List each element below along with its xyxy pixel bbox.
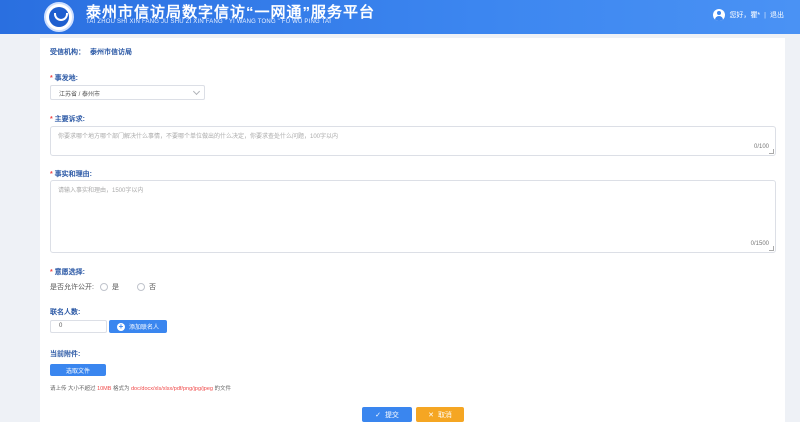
facts-placeholder: 请输入事实和理由，1500字以内 (58, 188, 144, 194)
cancel-label: 取消 (437, 411, 452, 419)
agency-label: 受信机构： (50, 49, 85, 56)
chevron-down-icon (192, 87, 201, 96)
note-size: 10MB (97, 386, 112, 392)
plus-circle-icon: + (116, 321, 125, 331)
check-icon: ✓ (375, 411, 381, 419)
location-select-value: 江苏省 / 泰州市 (59, 92, 101, 98)
facts-textarea[interactable]: 请输入事实和理由，1500字以内 0/1500 (50, 180, 776, 253)
main-request-placeholder: 你要求哪个地方哪个部门解决什么事情，不要哪个单位做出的什么决定，你要求查处什么问… (58, 134, 339, 140)
username[interactable]: 瞿* (750, 10, 760, 20)
main-request-counter: 0/100 (753, 144, 769, 150)
upload-note: 请上传 大小不超过 10MB 格式为 doc/docx/xls/xlsx/pdf… (50, 384, 231, 392)
resize-handle-icon[interactable] (769, 246, 774, 251)
site-subtitle: TAI ZHOU SHI XIN FANG JU SHU ZI XIN FANG… (86, 19, 332, 25)
attachments-label: 当前附件: (50, 351, 81, 358)
note-prefix: 请上传 大小不超过 (50, 386, 98, 392)
radio-no[interactable] (136, 283, 145, 291)
add-co-signer-button[interactable]: + 添加联名人 (109, 320, 167, 333)
cancel-button[interactable]: ✕ 取消 (416, 407, 464, 422)
public-radio-group: 是否允许公开: 是 否 (50, 282, 168, 292)
user-separator: | (764, 11, 766, 19)
radio-yes[interactable] (99, 283, 108, 291)
top-header: 泰州市信访局数字信访“一网通”服务平台 TAI ZHOU SHI XIN FAN… (0, 0, 800, 34)
add-co-signer-label: 添加联名人 (128, 325, 159, 331)
radio-yes-label[interactable]: 是 (112, 282, 119, 292)
co-signers-label: 联名人数: (50, 309, 81, 316)
facts-counter: 0/1500 (750, 241, 769, 247)
location-label: 事发地: (50, 73, 78, 83)
co-signers-input[interactable]: 0 (50, 320, 107, 333)
select-file-button[interactable]: 选取文件 (50, 364, 106, 376)
main-request-label: 主要诉求: (50, 114, 85, 124)
submit-button[interactable]: ✓ 提交 (362, 407, 412, 422)
user-avatar-icon (713, 9, 726, 21)
main-request-textarea[interactable]: 你要求哪个地方哪个部门解决什么事情，不要哪个单位做出的什么决定，你要求查处什么问… (50, 126, 776, 156)
radio-no-label[interactable]: 否 (149, 282, 156, 292)
note-suffix: 的文件 (212, 386, 231, 392)
agency-value: 泰州市信访局 (90, 49, 132, 56)
preference-label: 意愿选择: (50, 267, 85, 277)
note-formats: doc/docx/xls/xlsx/pdf/png/jpg/jpeg (131, 386, 213, 392)
note-mid: 格式为 (111, 386, 131, 392)
user-area: 您好， 瞿* | 退出 (713, 9, 784, 21)
facts-label: 事实和理由: (50, 169, 92, 179)
resize-handle-icon[interactable] (769, 149, 774, 154)
logout-link[interactable]: 退出 (770, 10, 784, 20)
location-select[interactable]: 江苏省 / 泰州市 (50, 85, 205, 100)
submit-label: 提交 (384, 411, 399, 419)
site-logo (44, 2, 74, 32)
public-question: 是否允许公开: (50, 284, 94, 291)
greeting-text: 您好， (729, 12, 751, 19)
close-icon: ✕ (428, 411, 434, 419)
